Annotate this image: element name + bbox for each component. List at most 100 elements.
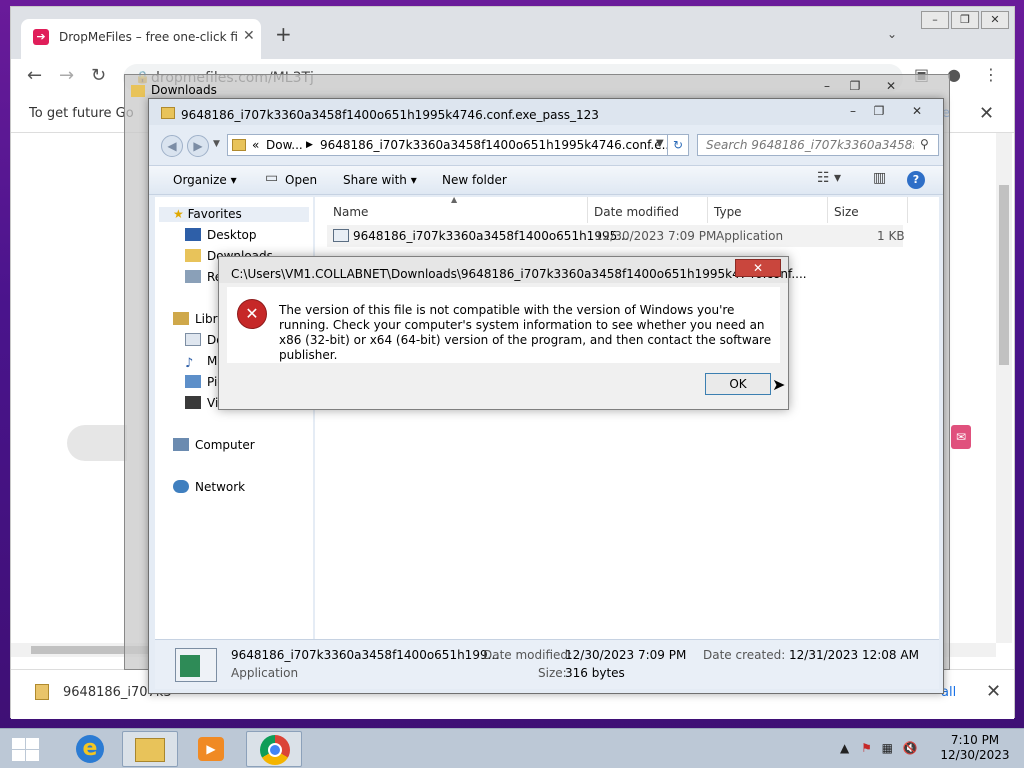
browser-maximize-button[interactable]: ❐: [951, 11, 979, 29]
column-header-type[interactable]: Type: [714, 205, 742, 219]
forward-icon[interactable]: →: [59, 65, 74, 86]
file-type: Application: [716, 229, 784, 243]
browser-tab[interactable]: ➔ DropMeFiles – free one-click file ✕: [21, 19, 261, 59]
feedback-icon[interactable]: ✉: [951, 425, 971, 449]
details-file-type: Application: [231, 666, 299, 680]
chrome-icon: [260, 735, 290, 765]
mouse-cursor-icon: ➤: [772, 375, 786, 394]
open-button[interactable]: Open: [285, 173, 317, 187]
download-shelf-close-icon[interactable]: ✕: [986, 681, 1001, 702]
clock[interactable]: 7:10 PM 12/30/2023: [940, 733, 1010, 763]
show-hidden-icons-icon[interactable]: ▲: [840, 741, 849, 755]
breadcrumb-separator-icon[interactable]: ▶: [306, 140, 313, 150]
info-bar-close-icon[interactable]: ✕: [979, 103, 994, 124]
explorer-close-button[interactable]: ✕: [903, 102, 931, 120]
details-size: 316 bytes: [565, 666, 625, 680]
open-app-icon: ▭: [265, 170, 279, 186]
network-status-icon[interactable]: ▦: [882, 741, 893, 755]
browser-minimize-button[interactable]: –: [921, 11, 949, 29]
nav-favorites-label: Favorites: [187, 207, 242, 221]
start-button[interactable]: [10, 736, 40, 762]
help-icon[interactable]: ?: [907, 171, 925, 189]
taskbar-chrome[interactable]: [246, 731, 302, 767]
address-segment-downloads[interactable]: Dow...: [266, 138, 303, 152]
details-file-name: 9648186_i707k3360a3458f1400o651h199...: [231, 648, 500, 662]
new-folder-button[interactable]: New folder: [442, 173, 507, 187]
taskbar-media-player[interactable]: ▶: [184, 731, 240, 767]
share-with-button[interactable]: Share with ▾: [343, 173, 417, 187]
address-overflow[interactable]: «: [252, 138, 259, 152]
explorer-title-bar: 9648186_i707k3360a3458f1400o651h1995k474…: [149, 99, 943, 125]
nav-recent[interactable]: Re: [185, 270, 222, 284]
downloads-window-title: Downloads: [151, 83, 217, 97]
column-header-name[interactable]: Name: [333, 205, 368, 219]
column-divider[interactable]: [827, 197, 828, 223]
column-divider[interactable]: [907, 197, 908, 223]
organize-button[interactable]: Organize ▾: [173, 173, 237, 187]
details-pane: 9648186_i707k3360a3458f1400o651h199... A…: [155, 639, 939, 689]
preview-pane-icon[interactable]: ▥: [873, 170, 886, 186]
system-tray: ▲ ⚑ ▦ 🔇: [840, 741, 918, 755]
explorer-minimize-button[interactable]: –: [839, 102, 867, 120]
address-dropdown-icon[interactable]: ▼: [656, 138, 664, 149]
address-bar[interactable]: « Dow... ▶ 9648186_i707k3360a3458f1400o6…: [227, 134, 681, 156]
forward-icon[interactable]: ▶: [187, 135, 209, 157]
star-icon: ★: [173, 207, 184, 221]
explorer-navigation-bar: ◀ ▶ ▼ « Dow... ▶ 9648186_i707k3360a3458f…: [149, 129, 943, 161]
browser-close-button[interactable]: ✕: [981, 11, 1009, 29]
nav-computer[interactable]: Computer: [173, 438, 255, 452]
reload-icon[interactable]: ↻: [91, 65, 106, 86]
page-pill-shape: [67, 425, 127, 461]
scroll-thumb[interactable]: [999, 185, 1009, 365]
taskbar-internet-explorer[interactable]: e: [62, 731, 118, 767]
libraries-icon: [173, 312, 189, 325]
error-message: The version of this file is not compatib…: [279, 303, 772, 362]
vertical-scrollbar[interactable]: [996, 133, 1012, 643]
search-icon[interactable]: ⚲: [920, 137, 929, 151]
dialog-close-button[interactable]: ✕: [735, 259, 781, 277]
menu-kebab-icon[interactable]: ⋮: [983, 65, 999, 84]
column-divider[interactable]: [707, 197, 708, 223]
search-placeholder: Search 9648186_i707k3360a3458f1400...: [706, 138, 914, 152]
taskbar-file-explorer[interactable]: [122, 731, 178, 767]
file-name: 9648186_i707k3360a3458f1400o651h1995...: [353, 229, 629, 243]
refresh-icon[interactable]: ↻: [667, 134, 689, 156]
address-segment-folder[interactable]: 9648186_i707k3360a3458f1400o651h1995k474…: [320, 138, 673, 152]
volume-muted-icon[interactable]: 🔇: [903, 741, 918, 755]
nav-desktop[interactable]: Desktop: [185, 228, 257, 242]
recent-places-icon: [185, 270, 201, 283]
tab-search-chevron-icon[interactable]: ⌄: [887, 27, 897, 41]
details-date-created-label: Date created:: [703, 648, 786, 662]
command-bar: Organize ▾ ▭ Open Share with ▾ New folde…: [149, 165, 943, 195]
nav-network-label: Network: [195, 480, 246, 494]
media-player-icon: ▶: [198, 737, 224, 761]
nav-favorites[interactable]: ★ Favorites: [159, 207, 309, 222]
pictures-icon: [185, 375, 201, 388]
folder-icon: [161, 107, 175, 119]
nav-network[interactable]: Network: [173, 480, 245, 494]
documents-icon: [185, 333, 201, 346]
ok-button[interactable]: OK: [705, 373, 771, 395]
back-icon[interactable]: ◀: [161, 135, 183, 157]
recent-pages-chevron-icon[interactable]: ▼: [213, 139, 220, 149]
action-center-flag-icon[interactable]: ⚑: [861, 741, 872, 755]
dropmefiles-favicon-icon: ➔: [33, 29, 49, 45]
details-date-created: 12/31/2023 12:08 AM: [789, 648, 919, 662]
column-header-date-modified[interactable]: Date modified: [594, 205, 679, 219]
new-tab-icon[interactable]: +: [275, 24, 292, 44]
folder-icon: [232, 139, 246, 151]
view-options-icon[interactable]: ☷ ▾: [817, 170, 841, 186]
tab-close-icon[interactable]: ✕: [243, 28, 255, 44]
downloads-maximize-button[interactable]: ❐: [841, 77, 869, 95]
internet-explorer-icon: e: [76, 735, 104, 763]
column-divider[interactable]: [587, 197, 588, 223]
back-icon[interactable]: ←: [27, 65, 42, 86]
dialog-title-bar: C:\Users\VM1.COLLABNET\Downloads\9648186…: [219, 257, 807, 283]
downloads-close-button[interactable]: ✕: [877, 77, 905, 95]
downloads-minimize-button[interactable]: –: [813, 77, 841, 95]
details-size-label: Size:: [538, 666, 567, 680]
explorer-maximize-button[interactable]: ❐: [865, 102, 893, 120]
file-row[interactable]: 9648186_i707k3360a3458f1400o651h1995... …: [327, 225, 905, 247]
column-header-size[interactable]: Size: [834, 205, 859, 219]
search-input[interactable]: Search 9648186_i707k3360a3458f1400... ⚲: [697, 134, 939, 156]
